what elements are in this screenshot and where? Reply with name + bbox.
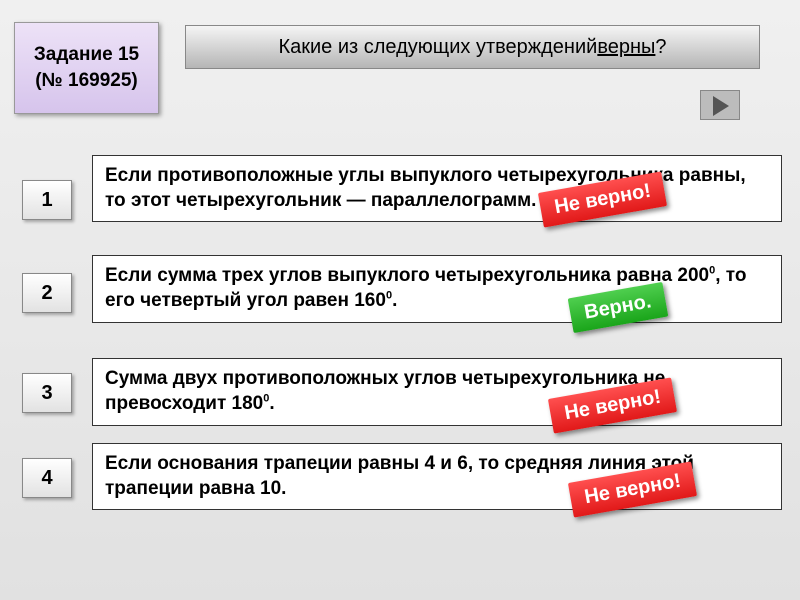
next-arrow-button[interactable] (700, 90, 740, 120)
option-1-button[interactable]: 1 (22, 180, 72, 220)
option-1-number: 1 (41, 189, 52, 212)
option-4-button[interactable]: 4 (22, 458, 72, 498)
question-suffix: ? (655, 36, 666, 59)
task-label-line1: Задание 15 (34, 42, 139, 68)
option-4-number: 4 (41, 467, 52, 490)
option-2-statement: Если сумма трех углов выпуклого четыреху… (92, 255, 782, 323)
question-keyword: верны (597, 36, 655, 59)
option-2-number: 2 (41, 282, 52, 305)
task-label-line2: (№ 169925) (35, 68, 138, 94)
option-3-number: 3 (41, 382, 52, 405)
option-1-statement: Если противоположные углы выпуклого четы… (92, 155, 782, 222)
question-prefix: Какие из следующих утверждений (278, 36, 597, 59)
option-3-button[interactable]: 3 (22, 373, 72, 413)
option-3-statement: Сумма двух противоположных углов четырех… (92, 358, 782, 426)
task-badge: Задание 15 (№ 169925) (14, 22, 159, 114)
option-2-button[interactable]: 2 (22, 273, 72, 313)
question-bar: Какие из следующих утверждений верны ? (185, 25, 760, 69)
